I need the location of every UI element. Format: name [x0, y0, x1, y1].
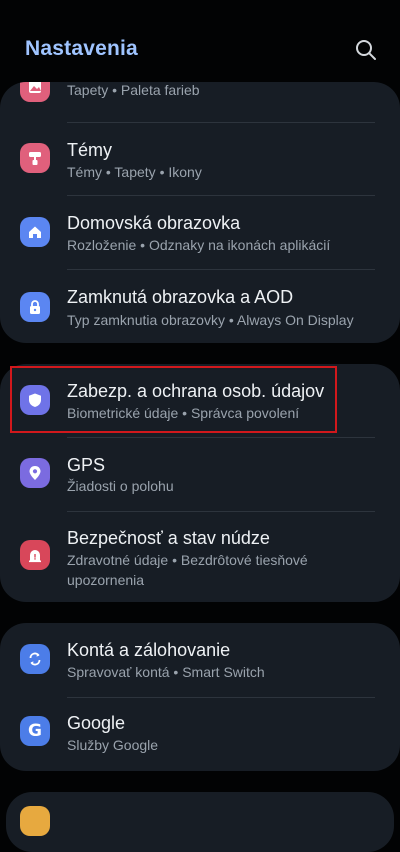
- setting-subtitle-continued: upozornenia: [67, 572, 145, 588]
- settings-item-wallpaper[interactable]: Tapety • Paleta farieb: [0, 82, 400, 112]
- setting-label: Google: [67, 713, 126, 733]
- setting-label: Bezpečnosť a stav núdze: [67, 528, 270, 548]
- advanced-features-icon: [20, 806, 50, 836]
- search-icon[interactable]: [354, 38, 378, 62]
- setting-label: GPS: [67, 455, 106, 475]
- setting-subtitle: Spravovať kontá • Smart Switch: [67, 664, 265, 680]
- settings-item-safety-emergency[interactable]: Bezpečnosť a stav núdze Zdravotné údaje …: [0, 512, 400, 602]
- setting-subtitle: Témy • Tapety • Ikony: [67, 164, 202, 180]
- settings-card-accounts: Kontá a zálohovanie Spravovať kontá • Sm…: [0, 623, 400, 771]
- settings-item-google[interactable]: G Google Služby Google: [0, 698, 400, 771]
- setting-subtitle: Tapety • Paleta farieb: [67, 82, 200, 98]
- settings-card-display: Tapety • Paleta farieb Témy Témy • Tapet…: [0, 82, 400, 343]
- setting-subtitle: Typ zamknutia obrazovky • Always On Disp…: [67, 312, 354, 328]
- setting-label: Kontá a zálohovanie: [67, 640, 231, 660]
- settings-item-home-screen[interactable]: Domovská obrazovka Rozloženie • Odznaky …: [0, 196, 400, 268]
- setting-subtitle: Zdravotné údaje • Bezdrôtové tiesňové: [67, 552, 308, 568]
- google-icon: G: [20, 716, 50, 746]
- themes-icon: [20, 143, 50, 173]
- highlight-box: [10, 366, 337, 433]
- location-icon: [20, 458, 50, 488]
- setting-label: Témy: [67, 140, 112, 160]
- setting-subtitle: Služby Google: [67, 737, 159, 753]
- settings-item-lock-screen[interactable]: Zamknutá obrazovka a AOD Typ zamknutia o…: [0, 270, 400, 343]
- setting-subtitle: Rozloženie • Odznaky na ikonách aplikáci…: [67, 237, 331, 253]
- lock-icon: [20, 292, 50, 322]
- header: Nastavenia: [0, 0, 400, 82]
- emergency-icon: [20, 540, 50, 570]
- setting-label: Zamknutá obrazovka a AOD: [67, 287, 294, 307]
- settings-item-themes[interactable]: Témy Témy • Tapety • Ikony: [0, 123, 400, 195]
- setting-label: Domovská obrazovka: [67, 213, 241, 233]
- wallpaper-icon: [20, 82, 50, 102]
- setting-subtitle: Žiadosti o polohu: [67, 478, 174, 494]
- settings-item-accounts-backup[interactable]: Kontá a zálohovanie Spravovať kontá • Sm…: [0, 623, 400, 696]
- home-icon: [20, 217, 50, 247]
- settings-card-partial: [6, 792, 394, 852]
- page-title: Nastavenia: [25, 37, 138, 60]
- settings-item-gps[interactable]: GPS Žiadosti o polohu: [0, 438, 400, 510]
- sync-icon: [20, 644, 50, 674]
